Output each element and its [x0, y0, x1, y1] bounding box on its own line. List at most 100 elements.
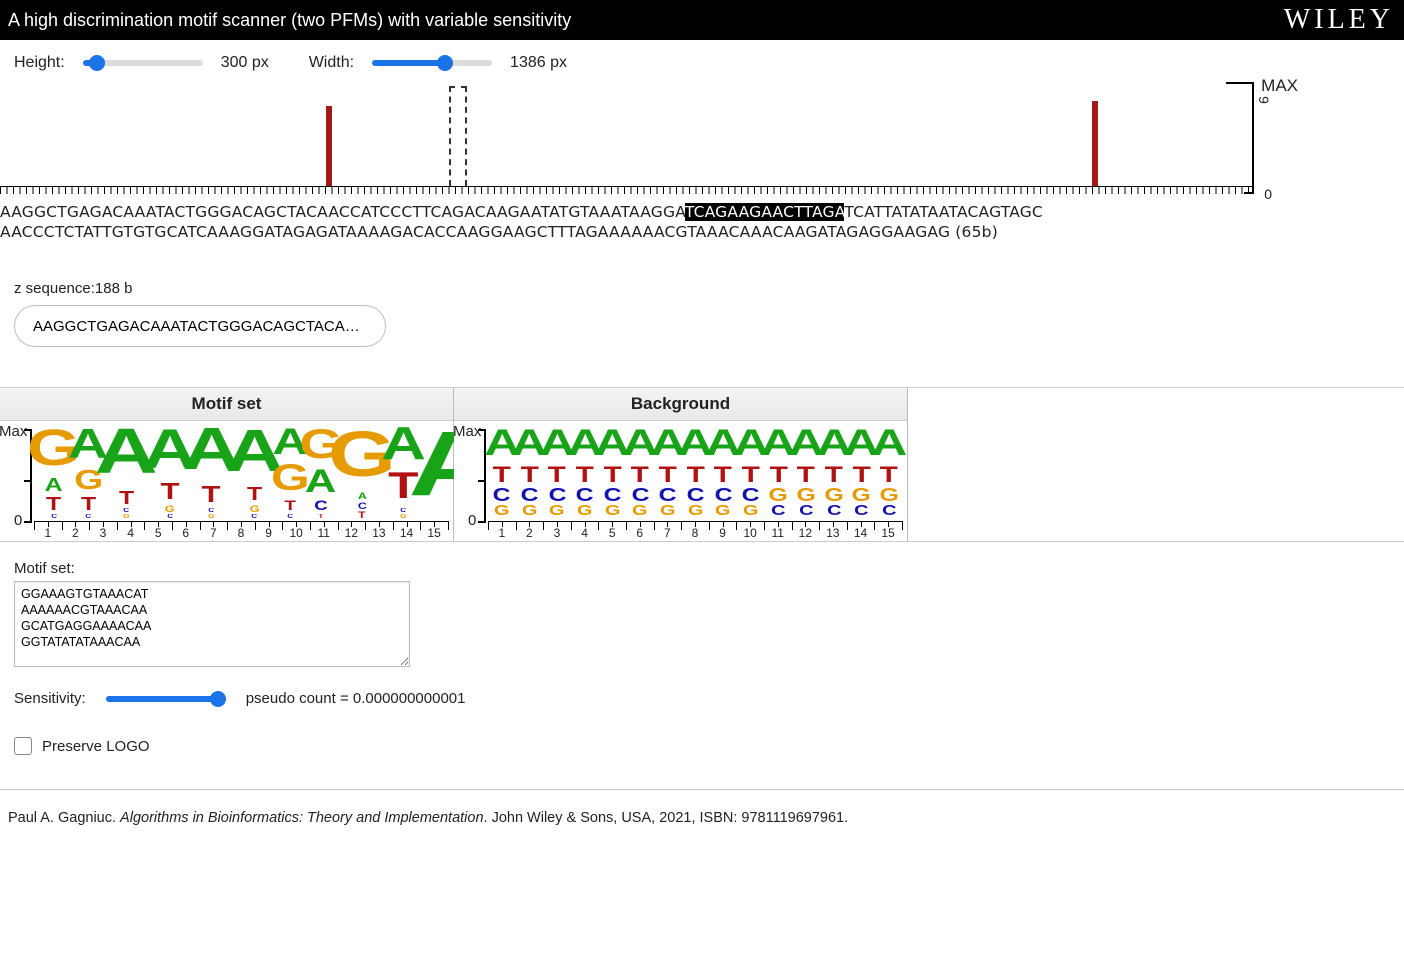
logo-column: ATGC	[875, 429, 903, 521]
x-tick: 3	[543, 522, 571, 541]
logo-letter-C: C	[314, 501, 327, 515]
logo-letter-C: C	[827, 506, 841, 521]
logo-letter-T: T	[81, 497, 96, 515]
x-tick: 11	[764, 522, 792, 541]
logo-letter-G: G	[688, 506, 703, 521]
logo-letter-C: C	[799, 506, 813, 521]
footer-citation: Paul A. Gagniuc. Algorithms in Bioinform…	[0, 790, 1404, 856]
logo-letter-G: G	[522, 506, 537, 521]
sensitivity-label: Sensitivity:	[14, 690, 86, 707]
logo-letter-T: T	[202, 486, 221, 509]
logo-letter-G: G	[632, 506, 647, 521]
logo-letter-G: G	[715, 506, 730, 521]
x-tick: 10	[282, 522, 310, 541]
y-mid-tick	[24, 480, 30, 482]
y-max-label: Max	[453, 423, 481, 440]
sequence-line-2: AACCCTCTATTGTGTGCATCAAAGGATAGAGATAAAAGAC…	[0, 222, 1404, 242]
score-bar	[326, 106, 332, 186]
y-axis-max-label: MAX	[1261, 76, 1298, 96]
x-tick: 7	[200, 522, 228, 541]
logo-letter-T: T	[358, 512, 366, 521]
titlebar: A high discrimination motif scanner (two…	[0, 0, 1404, 40]
sequence-line-1: AAGGCTGAGACAAATACTGGGACAGCTACAACCATCCCTT…	[0, 202, 1404, 222]
logo-letter-G: G	[494, 506, 509, 521]
y-mid-tick	[478, 480, 484, 482]
sequence-display: AAGGCTGAGACAAATACTGGGACAGCTACAACCATCCCTT…	[0, 200, 1404, 256]
x-tick: 9	[255, 522, 283, 541]
motif-set-label: Motif set:	[14, 560, 1390, 577]
x-tick: 14	[847, 522, 875, 541]
size-controls: Height: 300 px Width: 1386 px	[0, 40, 1404, 80]
x-tick: 4	[571, 522, 599, 541]
brand-logo: WILEY	[1284, 4, 1394, 36]
app-title: A high discrimination motif scanner (two…	[8, 10, 571, 31]
logo-letter-T: T	[285, 501, 296, 515]
logo-column: ATGC	[233, 428, 276, 521]
height-label: Height:	[14, 54, 65, 72]
preserve-logo-label: Preserve LOGO	[42, 738, 150, 755]
scan-cursor[interactable]	[449, 86, 467, 186]
x-tick: 9	[709, 522, 737, 541]
x-tick: 3	[89, 522, 117, 541]
x-tick: 2	[516, 522, 544, 541]
x-tick: 12	[792, 522, 820, 541]
y-axis-line	[1252, 82, 1254, 194]
height-readout: 300 px	[221, 54, 291, 72]
logo-column: GACT	[337, 429, 387, 521]
motif-panel: Motif set Max 0 GATCAGTCATCGATGCATCGATGC…	[0, 388, 454, 541]
width-label: Width:	[309, 54, 354, 72]
footer-book: Algorithms in Bioinformatics: Theory and…	[120, 810, 483, 826]
sensitivity-slider[interactable]	[106, 696, 226, 702]
logo-letter-T: T	[119, 491, 134, 509]
logo-letter-T: T	[160, 483, 179, 506]
z-sequence-input[interactable]	[14, 305, 386, 347]
x-tick: 8	[681, 522, 709, 541]
seq-pre: AAGGCTGAGACAAATACTGGGACAGCTACAACCATCCCTT…	[0, 203, 685, 221]
logo-letter-T: T	[46, 497, 61, 515]
sensitivity-readout: pseudo count = 0.000000000001	[246, 690, 466, 707]
seq-highlight: TCAGAAGAACTTAGA	[685, 203, 845, 221]
footer-author: Paul A. Gagniuc.	[8, 810, 120, 826]
x-tick: 12	[338, 522, 366, 541]
x-tick: 13	[365, 522, 393, 541]
motif-input-block: Motif set:	[0, 542, 1404, 676]
z-sequence-label: z sequence:188 b	[14, 280, 1390, 297]
x-ruler	[0, 186, 1252, 200]
motif-logo: Max 0 GATCAGTCATCGATGCATCGATGCAGTCGACTGA…	[0, 421, 453, 541]
scanner-chart: MAX 9 0	[0, 80, 1404, 200]
height-slider[interactable]	[83, 60, 203, 66]
logo-letter-C: C	[854, 506, 868, 521]
x-tick: 6	[172, 522, 200, 541]
logo-letter-G: G	[660, 506, 675, 521]
logo-panels: Motif set Max 0 GATCAGTCATCGATGCATCGATGC…	[0, 387, 1404, 542]
x-tick: 10	[736, 522, 764, 541]
x-tick: 8	[227, 522, 255, 541]
x-tick: 1	[488, 522, 516, 541]
logo-letter-C: C	[882, 506, 896, 521]
y-max-label: Max	[0, 423, 27, 440]
x-tick: 7	[654, 522, 682, 541]
preserve-logo-checkbox[interactable]	[14, 737, 32, 755]
x-tick: 6	[626, 522, 654, 541]
motif-set-textarea[interactable]	[14, 581, 410, 667]
x-tick: 15	[874, 522, 903, 541]
sensitivity-row: Sensitivity: pseudo count = 0.0000000000…	[0, 676, 1404, 721]
x-tick: 5	[598, 522, 626, 541]
x-tick: 1	[34, 522, 62, 541]
y-zero-label: 0	[468, 512, 476, 529]
y-axis-nine-label: 9	[1256, 96, 1272, 104]
width-slider[interactable]	[372, 60, 492, 66]
x-tick: 13	[819, 522, 847, 541]
footer-rest: . John Wiley & Sons, USA, 2021, ISBN: 97…	[484, 810, 849, 826]
logo-letter-G: G	[577, 506, 592, 521]
background-logo: Max 0 ATCGATCGATCGATCGATCGATCGATCGATCGAT…	[454, 421, 907, 541]
x-tick: 5	[144, 522, 172, 541]
y-zero-label: 0	[14, 512, 22, 529]
y-axis-zero-label: 0	[1264, 186, 1272, 202]
score-bar	[1092, 101, 1098, 186]
x-tick: 11	[310, 522, 338, 541]
x-tick: 2	[62, 522, 90, 541]
logo-letter-G: G	[271, 464, 310, 501]
preserve-logo-row: Preserve LOGO	[0, 721, 1404, 783]
logo-letter-C: C	[771, 506, 785, 521]
